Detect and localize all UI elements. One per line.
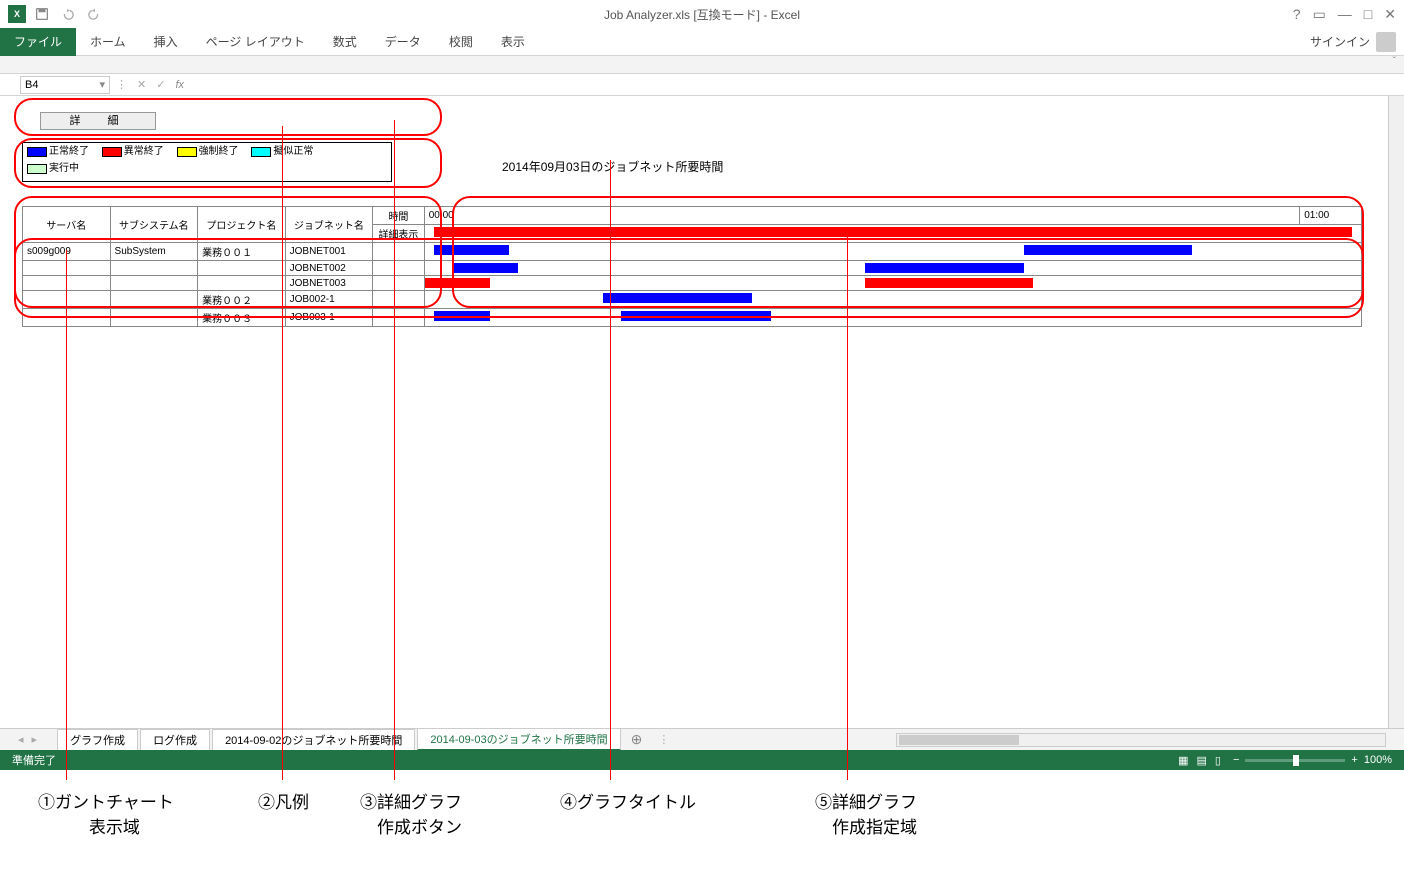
annotation-label-2: ②凡例: [258, 788, 309, 813]
header-project: プロジェクト名: [198, 207, 286, 243]
annotation-line: [66, 250, 67, 780]
worksheet-area[interactable]: 詳 細 正常終了 異常終了 強制終了 擬似正常 実行中 2014年09月03日の…: [2, 96, 1382, 728]
annotation-line: [282, 126, 283, 780]
annotation-label-4: ④グラフタイトル: [560, 788, 696, 813]
zoom-in-button[interactable]: +: [1351, 754, 1357, 766]
annotation-line: [610, 160, 611, 780]
status-bar: 準備完了 ▦ ▤ ▯ − + 100%: [0, 750, 1404, 770]
redo-button[interactable]: [84, 4, 104, 24]
sheet-tab-active[interactable]: 2014-09-03のジョブネット所要時間: [417, 728, 620, 751]
undo-button[interactable]: [58, 4, 78, 24]
avatar-icon: [1376, 32, 1396, 52]
fx-separator: ⋮: [116, 78, 127, 91]
status-ready: 準備完了: [12, 752, 56, 768]
view-page-layout-icon[interactable]: ▤: [1197, 754, 1207, 767]
tab-nav-prev[interactable]: ◂: [18, 733, 24, 746]
fx-icon[interactable]: fx: [175, 79, 184, 91]
cancel-formula-button[interactable]: ✕: [137, 78, 146, 91]
maximize-button[interactable]: □: [1364, 6, 1372, 22]
tab-file[interactable]: ファイル: [0, 28, 76, 56]
formula-bar: B4▾ ⋮ ✕ ✓ fx: [0, 74, 1404, 96]
sheet-tab[interactable]: グラフ作成: [57, 729, 138, 750]
accept-formula-button[interactable]: ✓: [156, 78, 165, 91]
time-axis-end: 01:00: [1300, 207, 1362, 225]
save-button[interactable]: [32, 4, 52, 24]
name-box[interactable]: B4▾: [20, 76, 110, 94]
annotation-label-5: ⑤詳細グラフ 作成指定域: [815, 788, 917, 838]
header-server: サーバ名: [23, 207, 111, 243]
ribbon-options-button[interactable]: ▭: [1313, 6, 1326, 23]
view-page-break-icon[interactable]: ▯: [1215, 754, 1221, 767]
time-axis-start: 00:00: [424, 207, 1300, 225]
titlebar: X Job Analyzer.xls [互換モード] - Excel ? ▭ —…: [0, 0, 1404, 28]
close-button[interactable]: ✕: [1384, 6, 1396, 23]
annotation-label-area: [0, 770, 1404, 884]
tab-insert[interactable]: 挿入: [140, 28, 192, 56]
tab-view[interactable]: 表示: [487, 28, 539, 56]
header-subsystem: サブシステム名: [110, 207, 198, 243]
gantt-table: サーバ名 サブシステム名 プロジェクト名 ジョブネット名 時間 00:00 01…: [22, 206, 1362, 327]
annotation-line: [394, 120, 395, 780]
tab-formulas[interactable]: 数式: [319, 28, 371, 56]
tab-nav-next[interactable]: ▸: [32, 733, 38, 746]
vertical-scrollbar[interactable]: [1388, 96, 1404, 732]
table-row: JOBNET002: [23, 261, 1362, 276]
annotation-line: [847, 230, 848, 780]
window-title: Job Analyzer.xls [互換モード] - Excel: [604, 6, 800, 23]
zoom-level[interactable]: 100%: [1364, 754, 1392, 766]
ribbon-body: ˇ: [0, 56, 1404, 74]
header-detail-display: 詳細表示: [373, 225, 425, 243]
tab-page-layout[interactable]: ページ レイアウト: [192, 28, 319, 56]
header-jobnet: ジョブネット名: [285, 207, 373, 243]
table-row: s009g009SubSystem業務００１JOBNET001: [23, 243, 1362, 261]
sheet-tabs-bar: ◂ ▸ グラフ作成 ログ作成 2014-09-02のジョブネット所要時間 201…: [0, 728, 1404, 750]
zoom-out-button[interactable]: −: [1233, 754, 1239, 766]
sheet-tab[interactable]: ログ作成: [140, 729, 210, 750]
chart-title: 2014年09月03日のジョブネット所要時間: [502, 158, 723, 175]
signin[interactable]: サインイン: [1310, 32, 1396, 52]
minimize-button[interactable]: —: [1338, 6, 1352, 22]
tab-home[interactable]: ホーム: [76, 28, 140, 56]
excel-icon: X: [8, 5, 26, 23]
detail-button[interactable]: 詳 細: [40, 112, 156, 130]
annotation-label-3: ③詳細グラフ 作成ボタン: [360, 788, 462, 838]
zoom-slider[interactable]: [1245, 759, 1345, 762]
help-button[interactable]: ?: [1293, 6, 1301, 22]
annotation-label-1: ①ガントチャート 表示域: [38, 788, 174, 838]
horizontal-scrollbar[interactable]: [896, 733, 1386, 747]
table-row: 業務００２JOB002-1: [23, 291, 1362, 309]
tab-review[interactable]: 校閲: [435, 28, 487, 56]
add-sheet-button[interactable]: ⊕: [621, 731, 653, 748]
header-time: 時間: [373, 207, 425, 225]
table-row: 業務００３JOB003-1: [23, 309, 1362, 327]
collapse-ribbon-button[interactable]: ˇ: [1393, 56, 1396, 67]
view-normal-icon[interactable]: ▦: [1178, 754, 1188, 767]
sheet-tab[interactable]: 2014-09-02のジョブネット所要時間: [212, 729, 415, 750]
ribbon-tabs: ファイル ホーム 挿入 ページ レイアウト 数式 データ 校閲 表示 サインイン: [0, 28, 1404, 56]
tab-data[interactable]: データ: [371, 28, 435, 56]
legend: 正常終了 異常終了 強制終了 擬似正常 実行中: [22, 142, 392, 182]
table-row: JOBNET003: [23, 276, 1362, 291]
